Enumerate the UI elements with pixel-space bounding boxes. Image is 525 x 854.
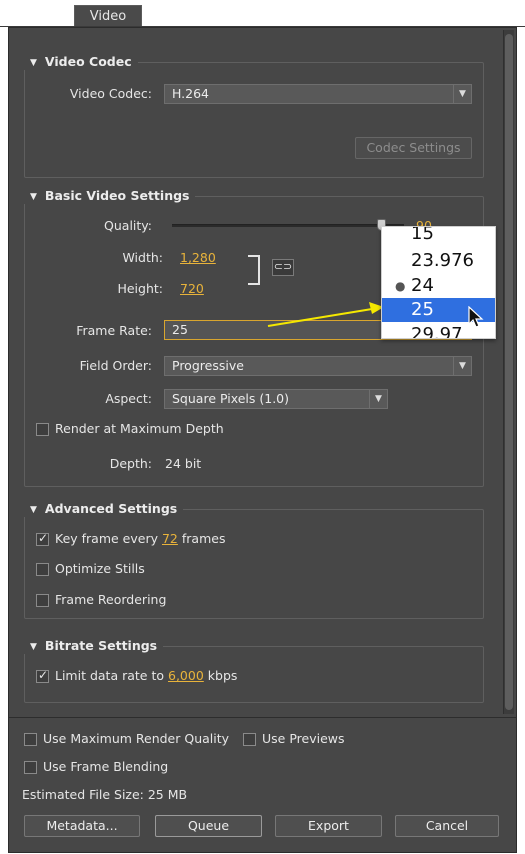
render-max-depth-label: Render at Maximum Depth <box>55 421 224 436</box>
frame-rate-option-label: 25 <box>411 299 434 320</box>
estimated-file-size: Estimated File Size: 25 MB <box>22 787 188 802</box>
mouse-cursor-icon <box>468 306 484 328</box>
depth-value: 24 bit <box>165 456 202 471</box>
limit-value[interactable]: 6,000 <box>168 668 204 683</box>
video-codec-value: H.264 <box>172 86 210 101</box>
bitrate-settings-header[interactable]: ▼ Bitrate Settings <box>24 638 164 654</box>
video-codec-label: Video Codec: <box>69 86 152 101</box>
vertical-scrollbar[interactable] <box>503 30 514 714</box>
field-order-select[interactable]: Progressive ▼ <box>164 356 472 376</box>
quality-label: Quality: <box>104 218 152 233</box>
video-codec-group <box>24 62 484 178</box>
frame-rate-option[interactable]: 15 <box>382 226 495 246</box>
chevron-down-icon: ▼ <box>453 357 471 375</box>
max-render-quality-label: Use Maximum Render Quality <box>43 731 230 746</box>
aspect-link-bracket <box>248 255 260 285</box>
limit-prefix: Limit data rate to <box>55 668 165 683</box>
footer-divider <box>9 717 516 718</box>
aspect-select[interactable]: Square Pixels (1.0) ▼ <box>164 389 388 409</box>
field-order-label: Field Order: <box>79 358 152 373</box>
frame-rate-value: 25 <box>172 322 188 337</box>
bitrate-settings-title: Bitrate Settings <box>44 638 158 653</box>
frame-rate-option-label: 23.976 <box>411 250 474 271</box>
chevron-down-icon: ▼ <box>453 85 471 103</box>
frame-reordering-checkbox[interactable] <box>36 594 49 607</box>
depth-label: Depth: <box>109 456 152 471</box>
chain-link-icon[interactable]: ⊂⊃ <box>272 259 294 276</box>
keyframe-label: Key frame every 72 frames <box>55 531 225 546</box>
collapse-triangle-icon[interactable]: ▼ <box>30 192 37 202</box>
height-value[interactable]: 720 <box>180 281 204 296</box>
metadata-button[interactable]: Metadata... <box>24 815 140 837</box>
frame-rate-label: Frame Rate: <box>76 323 152 338</box>
collapse-triangle-icon[interactable]: ▼ <box>30 58 37 68</box>
optimize-stills-checkbox[interactable] <box>36 563 49 576</box>
keyframe-checkbox[interactable] <box>36 531 49 546</box>
current-bullet-icon: ● <box>395 279 406 293</box>
basic-video-settings-header[interactable]: ▼ Basic Video Settings <box>24 188 196 204</box>
frame-blending-label: Use Frame Blending <box>43 759 169 774</box>
max-render-quality-checkbox[interactable] <box>24 733 37 746</box>
aspect-value: Square Pixels (1.0) <box>172 391 290 406</box>
collapse-triangle-icon[interactable]: ▼ <box>30 642 37 652</box>
frame-rate-option-label: 15 <box>411 226 434 244</box>
advanced-settings-title: Advanced Settings <box>44 501 178 516</box>
collapse-triangle-icon[interactable]: ▼ <box>30 505 37 515</box>
codec-settings-button[interactable]: Codec Settings <box>355 137 472 159</box>
keyframe-suffix: frames <box>181 531 226 546</box>
frame-rate-option-label: 29.97 <box>411 324 463 339</box>
export-button[interactable]: Export <box>275 815 382 837</box>
optimize-stills-label: Optimize Stills <box>55 561 145 576</box>
height-label: Height: <box>117 281 163 296</box>
queue-button[interactable]: Queue <box>155 815 262 837</box>
render-max-depth-checkbox[interactable] <box>36 423 49 436</box>
scrollbar-thumb[interactable] <box>505 34 513 710</box>
frame-rate-option[interactable]: 23.976 <box>382 249 495 273</box>
basic-video-settings-title: Basic Video Settings <box>44 188 190 203</box>
frame-blending-checkbox[interactable] <box>24 761 37 774</box>
cancel-button[interactable]: Cancel <box>395 815 499 837</box>
video-codec-header[interactable]: ▼ Video Codec <box>24 54 138 70</box>
frame-rate-option-label: 24 <box>411 275 434 296</box>
field-order-value: Progressive <box>172 358 244 373</box>
use-previews-checkbox[interactable] <box>243 733 256 746</box>
video-codec-title: Video Codec <box>44 54 132 69</box>
limit-suffix: kbps <box>207 668 238 683</box>
frame-rate-option-current[interactable]: ● 24 <box>382 274 495 298</box>
keyframe-prefix: Key frame every <box>55 531 158 546</box>
frame-reordering-label: Frame Reordering <box>55 592 167 607</box>
width-label: Width: <box>122 250 163 265</box>
aspect-label: Aspect: <box>105 391 152 406</box>
quality-slider[interactable] <box>172 224 404 227</box>
video-codec-select[interactable]: H.264 ▼ <box>164 84 472 104</box>
use-previews-label: Use Previews <box>262 731 345 746</box>
limit-data-rate-label: Limit data rate to 6,000 kbps <box>55 668 237 683</box>
limit-data-rate-checkbox[interactable] <box>36 668 49 683</box>
chevron-down-icon: ▼ <box>369 390 387 408</box>
width-value[interactable]: 1,280 <box>180 250 216 265</box>
keyframe-value[interactable]: 72 <box>162 531 178 546</box>
tab-video[interactable]: Video <box>74 5 142 27</box>
advanced-settings-header[interactable]: ▼ Advanced Settings <box>24 501 184 517</box>
